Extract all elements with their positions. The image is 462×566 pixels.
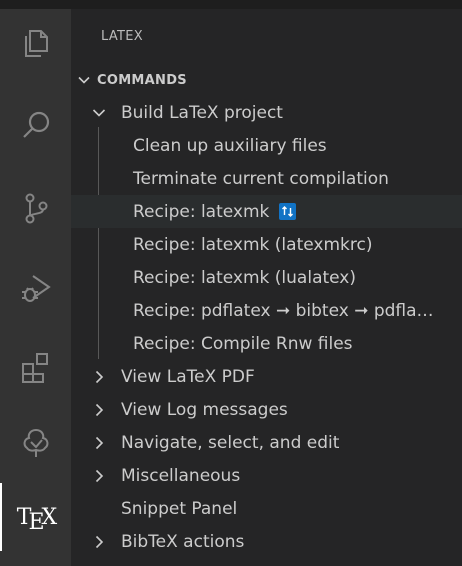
title-strip: [0, 0, 462, 9]
tex-letter-e: E: [28, 509, 44, 535]
tree-item-label: Recipe: pdflatex ➞ bibtex ➞ pdfla…: [133, 300, 434, 321]
tree-item-view-log[interactable]: View Log messages: [71, 393, 462, 426]
source-control-button[interactable]: [0, 178, 71, 238]
activity-bar: TEX: [0, 9, 71, 566]
tex-icon: TEX: [16, 504, 58, 535]
tex-letter-x: X: [41, 504, 58, 530]
tree-icon: [23, 428, 48, 457]
tree-item-label: View Log messages: [121, 399, 288, 420]
chevron-right-icon: [95, 469, 104, 483]
tree-item-label: Navigate, select, and edit: [121, 432, 340, 453]
chevron-down-icon: [78, 76, 90, 84]
tree-item-recipe-lualatex[interactable]: Recipe: latexmk (lualatex): [71, 261, 462, 294]
tex-letter-t: T: [16, 504, 32, 530]
search-button[interactable]: [0, 96, 71, 156]
search-icon: [22, 111, 49, 138]
chevron-right-icon: [95, 370, 104, 384]
tree-item-navigate[interactable]: Navigate, select, and edit: [71, 426, 462, 459]
tree-item-recipe-rnw[interactable]: Recipe: Compile Rnw files: [71, 327, 462, 360]
refresh-icon[interactable]: [279, 203, 297, 220]
tex-button[interactable]: TEX: [0, 479, 71, 555]
chevron-right-icon: [95, 436, 104, 450]
tree-item-snippet-panel[interactable]: Snippet Panel: [71, 492, 462, 525]
run-debug-button[interactable]: [0, 258, 71, 318]
tree-item-content: Recipe: latexmk: [133, 201, 297, 222]
sidebar: LATEX COMMANDS Build LaTeX project Clean…: [71, 9, 462, 566]
extensions-icon: [21, 353, 48, 383]
section-header-commands[interactable]: COMMANDS: [71, 69, 462, 91]
source-control-icon: [25, 193, 47, 224]
tree-item-label: Snippet Panel: [121, 498, 238, 519]
tree-item-label: Recipe: Compile Rnw files: [133, 333, 353, 354]
explorer-button[interactable]: [0, 13, 71, 73]
tree-item-recipe-pdflatex[interactable]: Recipe: pdflatex ➞ bibtex ➞ pdfla…: [71, 294, 462, 327]
explorer-icon: [24, 30, 48, 57]
extensions-button[interactable]: [0, 337, 71, 397]
section-title: COMMANDS: [97, 72, 187, 88]
tree-item-misc[interactable]: Miscellaneous: [71, 459, 462, 492]
tree-item-label: BibTeX actions: [121, 531, 245, 552]
tree-item-label: Clean up auxiliary files: [133, 135, 327, 156]
tree-item-terminate[interactable]: Terminate current compilation: [71, 162, 462, 195]
tree-item-build[interactable]: Build LaTeX project: [71, 96, 462, 129]
tree-item-label: Recipe: latexmk (latexmkrc): [133, 234, 373, 255]
tree-item-label: View LaTeX PDF: [121, 366, 255, 387]
chevron-down-icon: [92, 109, 106, 117]
tree-item-label: Miscellaneous: [121, 465, 241, 486]
tree-item-label: Recipe: latexmk: [133, 201, 270, 222]
tree-button[interactable]: [0, 413, 71, 473]
tree-item-label: Terminate current compilation: [133, 168, 389, 189]
tree-item-bibtex[interactable]: BibTeX actions: [71, 525, 462, 558]
chevron-right-icon: [95, 535, 104, 549]
chevron-right-icon: [95, 403, 104, 417]
tree-item-recipe-latexmkrc[interactable]: Recipe: latexmk (latexmkrc): [71, 228, 462, 261]
run-debug-icon: [21, 275, 51, 302]
tree-item-view-pdf[interactable]: View LaTeX PDF: [71, 360, 462, 393]
sidebar-title: LATEX: [101, 29, 143, 44]
tree-item-recipe-latexmk[interactable]: Recipe: latexmk: [71, 195, 462, 228]
tree-item-clean[interactable]: Clean up auxiliary files: [71, 129, 462, 162]
tree-item-label: Build LaTeX project: [121, 102, 283, 123]
tree-item-label: Recipe: latexmk (lualatex): [133, 267, 357, 288]
